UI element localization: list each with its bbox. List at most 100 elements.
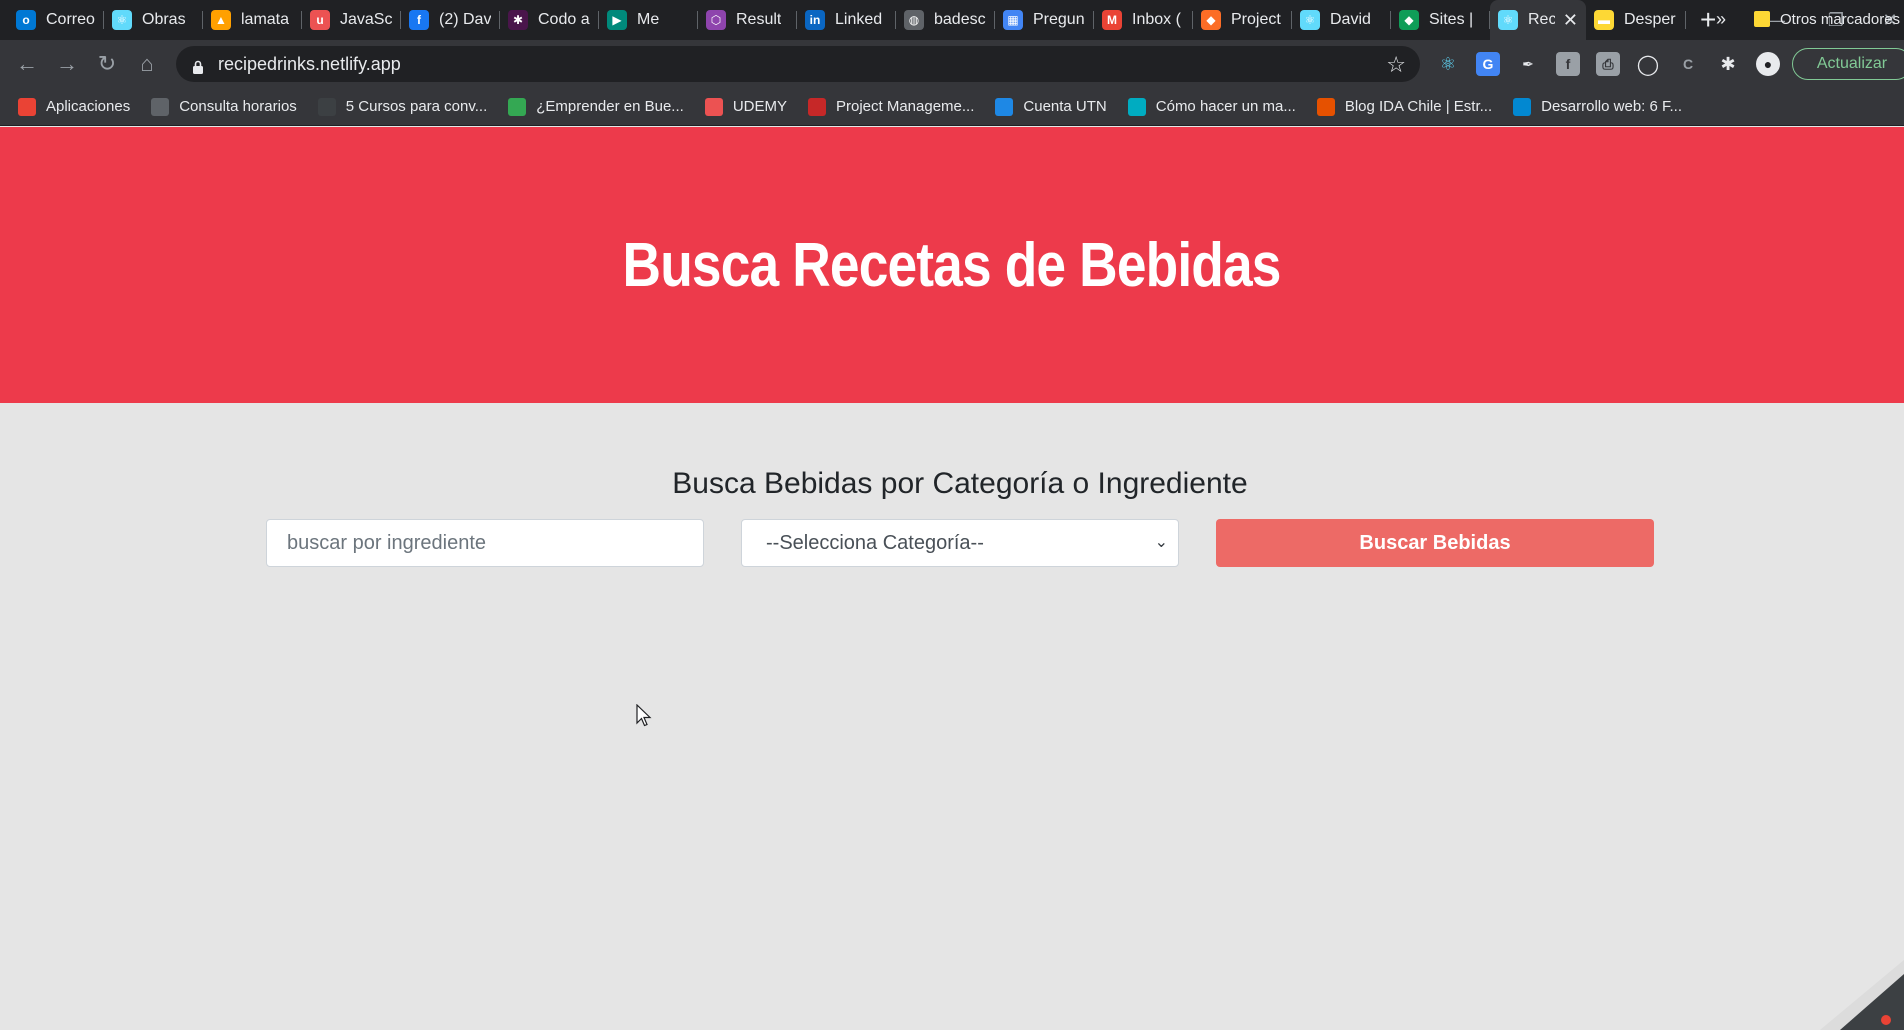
tab-title: Linked	[835, 11, 883, 28]
folder-icon	[1754, 11, 1770, 27]
browser-tab[interactable]: ◆ Sites |	[1391, 0, 1490, 40]
browser-tab[interactable]: ⚛ Obras	[104, 0, 203, 40]
bookmark-item[interactable]: ¿Emprender en Bue...	[508, 97, 684, 116]
category-select[interactable]: --Selecciona Categoría-- ⌄	[741, 519, 1179, 567]
forward-icon[interactable]: →	[47, 44, 87, 84]
facebook-extension-icon[interactable]: f	[1556, 52, 1580, 76]
react-devtools-icon[interactable]: ⚛	[1436, 52, 1460, 76]
profile-avatar[interactable]: ●	[1756, 52, 1780, 76]
bookmark-item[interactable]: Cuenta UTN	[995, 97, 1107, 116]
bookmark-item[interactable]: 5 Cursos para conv...	[317, 97, 488, 116]
forms-icon: ▦	[1003, 10, 1023, 30]
browser-tab[interactable]: o Correo	[8, 0, 104, 40]
browser-tab[interactable]: f (2) Dav	[401, 0, 500, 40]
browser-tab[interactable]: ▶ Me	[599, 0, 698, 40]
udemy-icon	[704, 97, 723, 116]
bookmark-item[interactable]: Blog IDA Chile | Estr...	[1316, 97, 1493, 116]
bookmark-stripe-icon: ▬	[1594, 10, 1614, 30]
screen-recorder-badge-icon	[1820, 960, 1904, 1030]
slack-icon: ✱	[508, 10, 528, 30]
category-select-value: --Selecciona Categoría--	[766, 531, 984, 554]
ida-icon	[1316, 97, 1335, 116]
ingredient-search-input[interactable]	[266, 519, 704, 567]
tab-separator	[1685, 11, 1686, 29]
apps-grid-icon	[18, 97, 36, 116]
browser-tab[interactable]: ▬ Desper	[1586, 0, 1686, 40]
lock-icon	[192, 58, 204, 74]
bookmark-label: ¿Emprender en Bue...	[536, 98, 684, 115]
bookmarks-bar: Aplicaciones Consulta horarios 5 Cursos pa…	[0, 88, 1904, 126]
browser-tab[interactable]: ◆ Project	[1193, 0, 1292, 40]
dash-icon	[807, 97, 826, 116]
browser-tab[interactable]: M Inbox (	[1094, 0, 1193, 40]
c-extension-icon[interactable]: C	[1676, 52, 1700, 76]
bookmark-item[interactable]: Cómo hacer un ma...	[1127, 97, 1296, 116]
extensions-puzzle-icon[interactable]: ✱	[1716, 52, 1740, 76]
meet-icon: ▶	[607, 10, 627, 30]
browser-tab[interactable]: ⬡ Result	[698, 0, 797, 40]
bookmark-label: Desarrollo web: 6 F...	[1541, 98, 1683, 115]
browser-tab[interactable]: ▲ lamata	[203, 0, 302, 40]
new-tab-icon[interactable]: +	[1700, 0, 1716, 40]
firebase-icon: ▲	[211, 10, 231, 30]
tab-title: Pregun	[1033, 11, 1085, 28]
bookmarks-more-icon[interactable]: »	[1716, 0, 1726, 38]
search-section: Busca Bebidas por Categoría o Ingredient…	[0, 403, 1904, 1030]
tab-title: Rec	[1528, 11, 1555, 28]
close-tab-icon[interactable]: ✕	[1563, 10, 1578, 31]
react-icon: ⚛	[112, 10, 132, 30]
chevron-down-icon: ⌄	[1154, 534, 1168, 551]
bookmark-label: 5 Cursos para conv...	[345, 98, 488, 115]
bookmark-label: Cuenta UTN	[1023, 98, 1107, 115]
bookmark-label: Project Manageme...	[835, 98, 975, 115]
facebook-icon: f	[409, 10, 429, 30]
browser-tab[interactable]: ◍ badesc	[896, 0, 995, 40]
printer-extension-icon[interactable]: ⎙	[1596, 52, 1620, 76]
address-bar[interactable]: recipedrinks.netlify.app ☆	[176, 46, 1420, 82]
bookmark-item[interactable]: Aplicaciones	[18, 97, 131, 116]
tab-title: Result	[736, 11, 782, 28]
translate-icon[interactable]: G	[1476, 52, 1500, 76]
bookmark-label: UDEMY	[732, 98, 787, 115]
tab-strip: o Correo ⚛ Obras ▲ lamata u JavaSc f (2) Dav ✱ Codo…	[0, 0, 1904, 40]
browser-tab[interactable]: u JavaSc	[302, 0, 401, 40]
search-drinks-button[interactable]: Buscar Bebidas	[1216, 519, 1654, 567]
gmail-icon: M	[1102, 10, 1122, 30]
udemy-icon: u	[310, 10, 330, 30]
mouse-cursor-icon	[636, 704, 652, 727]
bookmark-item[interactable]: UDEMY	[704, 97, 787, 116]
back-icon[interactable]: ←	[7, 44, 47, 84]
bookmark-label: Blog IDA Chile | Estr...	[1344, 98, 1493, 115]
circle-extension-icon[interactable]: ◯	[1636, 52, 1660, 76]
browser-tab[interactable]: ⚛ David	[1292, 0, 1391, 40]
globe-icon: ◍	[904, 10, 924, 30]
bookmark-item[interactable]: Project Manageme...	[807, 97, 975, 116]
sites-icon: ◆	[1399, 10, 1419, 30]
linkedin-icon: in	[805, 10, 825, 30]
tab-title: Desper	[1624, 11, 1676, 28]
tab-title: JavaSc	[340, 11, 393, 28]
tab-title: Obras	[142, 11, 186, 28]
update-button[interactable]: Actualizar	[1792, 48, 1904, 80]
home-icon[interactable]: ⌂	[127, 44, 167, 84]
browser-tab[interactable]: ▦ Pregun	[995, 0, 1094, 40]
browser-toolbar: ← → ↻ ⌂ recipedrinks.netlify.app ☆ ⚛ G ✒…	[0, 40, 1904, 88]
tab-title: badesc	[934, 11, 986, 28]
browser-tab[interactable]: ⚛ Rec ✕	[1490, 0, 1586, 40]
bookmark-star-icon[interactable]: ☆	[1386, 52, 1406, 78]
browser-tab[interactable]: ✱ Codo a	[500, 0, 599, 40]
gitlab-icon: ◆	[1201, 10, 1221, 30]
reload-icon[interactable]: ↻	[87, 44, 127, 84]
bookmark-item[interactable]: Desarrollo web: 6 F...	[1513, 97, 1683, 116]
hexagon-icon: ⬡	[706, 10, 726, 30]
bookmark-label: Cómo hacer un ma...	[1155, 98, 1296, 115]
bookmark-item[interactable]: Consulta horarios	[151, 97, 297, 116]
cloud-icon	[317, 97, 336, 116]
tab-title: Sites |	[1429, 11, 1474, 28]
outlook-icon: o	[16, 10, 36, 30]
bookmark-label: Aplicaciones	[46, 98, 131, 115]
pen-extension-icon[interactable]: ✒	[1516, 52, 1540, 76]
other-bookmarks-label: Otros marcadores	[1780, 10, 1901, 28]
browser-tab[interactable]: in Linked	[797, 0, 896, 40]
other-bookmarks[interactable]: Otros marcadores	[1754, 0, 1900, 38]
